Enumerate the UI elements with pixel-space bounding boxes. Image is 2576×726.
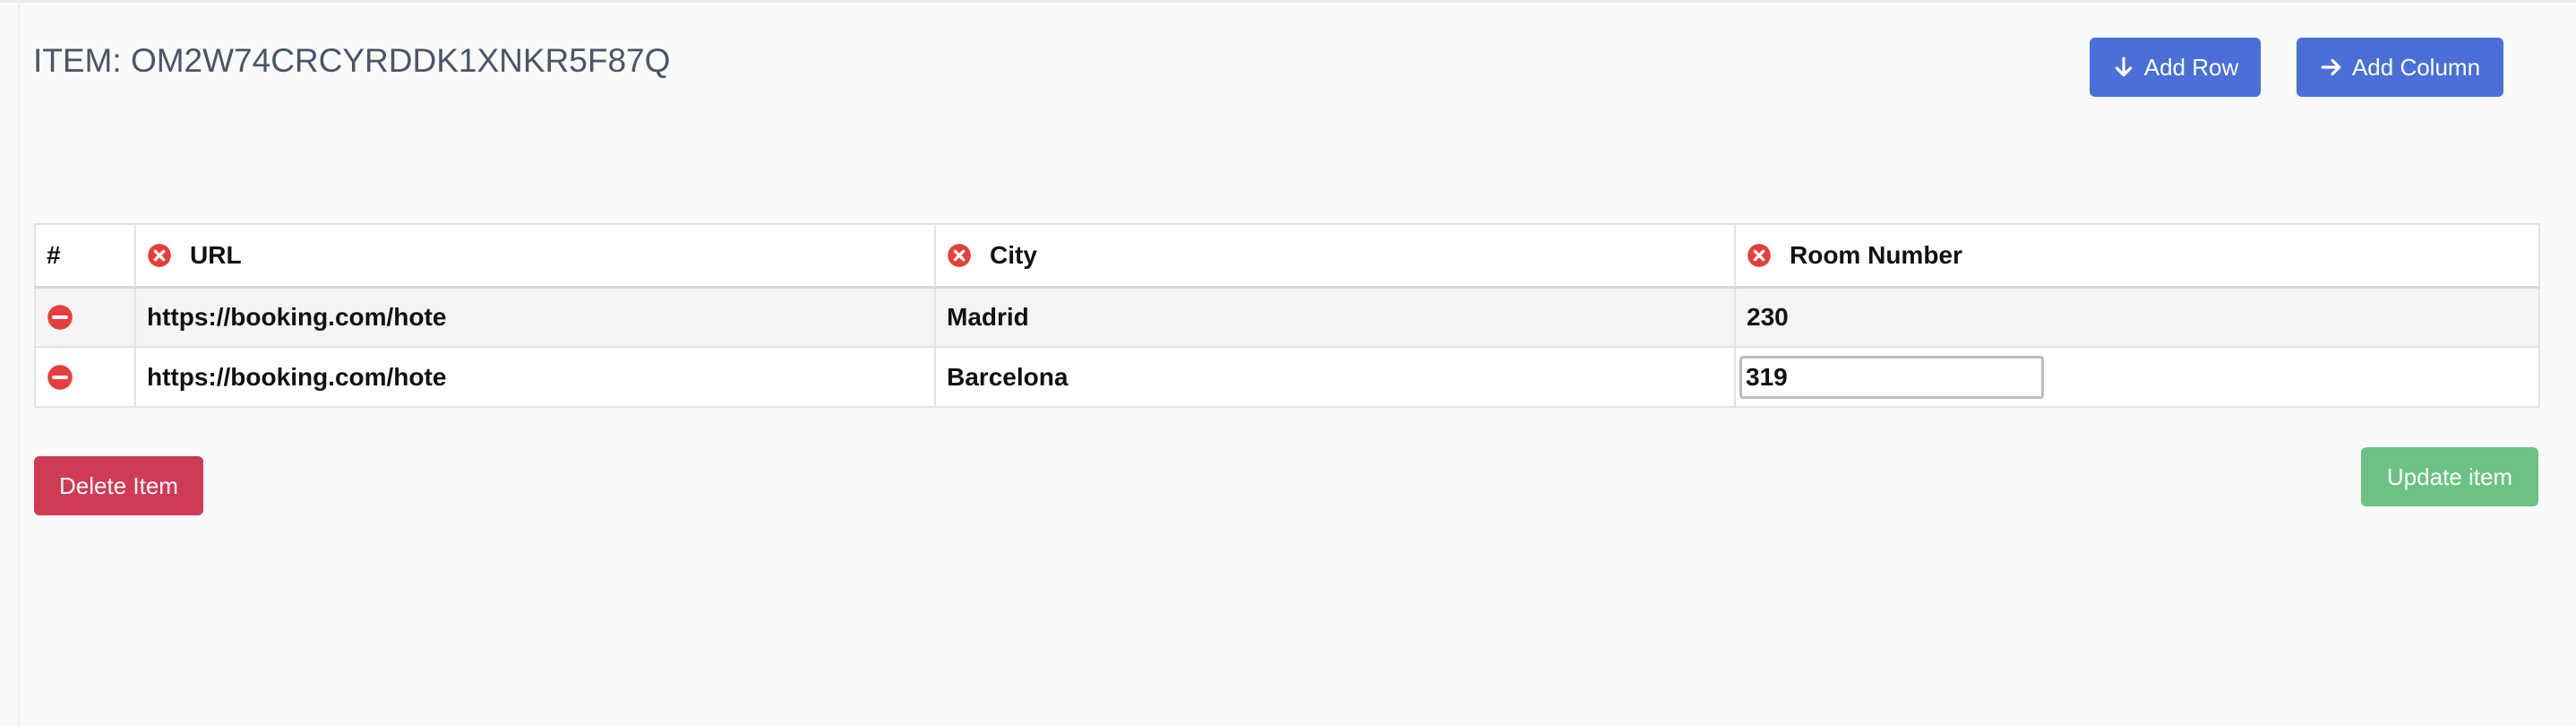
table-row: https://booking.com/hote Madrid 230 [34,286,2540,348]
row-remove-cell [34,346,136,408]
page: ITEM: OM2W74CRCYRDDK1XNKR5F87Q Add Row A… [0,0,2576,726]
page-title: ITEM: OM2W74CRCYRDDK1XNKR5F87Q [33,39,670,82]
add-row-label: Add Row [2143,53,2239,81]
table-header-row: # URL City Room Number [34,223,2540,288]
remove-column-city-icon[interactable] [947,243,972,268]
column-header-url: URL [134,223,936,288]
column-header-city: City [934,223,1736,288]
city-cell[interactable]: Madrid [934,286,1736,348]
top-border [0,0,2576,3]
arrow-right-icon [2321,58,2341,76]
city-cell[interactable]: Barcelona [934,346,1736,408]
update-item-button[interactable]: Update item [2361,447,2538,506]
left-border [18,0,20,726]
room-number-input[interactable] [1739,355,2044,399]
room-number-cell[interactable] [1734,346,2540,408]
column-header-label: City [990,240,1037,269]
column-header-label: Room Number [1790,240,1962,269]
item-id: OM2W74CRCYRDDK1XNKR5F87Q [130,42,671,79]
add-column-label: Add Column [2351,53,2481,81]
table-row: https://booking.com/hote Barcelona [34,346,2540,408]
item-label: ITEM: [33,42,122,79]
add-column-button[interactable]: Add Column [2297,38,2503,97]
url-value: https://booking.com/hote [147,362,446,391]
row-remove-cell [34,286,136,348]
column-header-label: URL [190,240,242,269]
arrow-down-icon [2115,56,2132,77]
remove-column-url-icon[interactable] [147,243,172,268]
url-cell[interactable]: https://booking.com/hote [134,346,936,408]
item-table: # URL City Room Number https://booking.c… [34,223,2540,408]
remove-column-room-number-icon[interactable] [1747,243,1772,268]
room-number-cell[interactable]: 230 [1734,286,2540,348]
remove-row-icon[interactable] [47,364,73,391]
add-row-button[interactable]: Add Row [2090,38,2261,97]
column-header-room-number: Room Number [1734,223,2540,288]
url-cell[interactable]: https://booking.com/hote [134,286,936,348]
index-header: # [34,223,136,288]
url-value: https://booking.com/hote [147,302,446,331]
remove-row-icon[interactable] [47,304,73,331]
delete-item-button[interactable]: Delete Item [34,456,203,515]
